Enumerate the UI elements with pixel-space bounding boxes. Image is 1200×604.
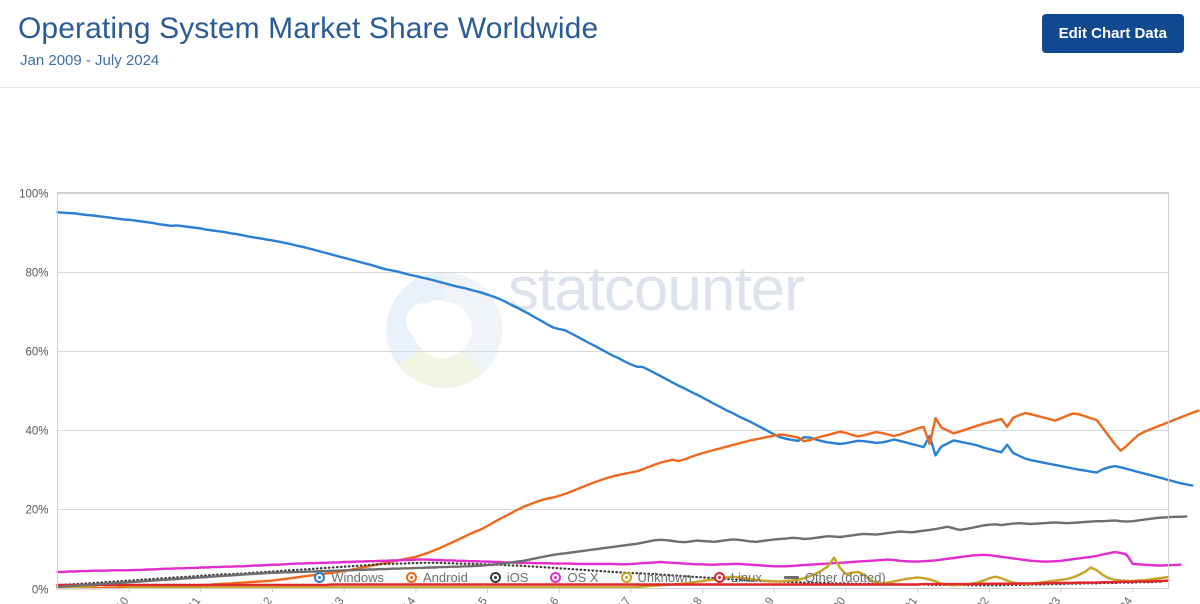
legend-label: Other (dotted) xyxy=(804,569,886,585)
y-tick-label: 20% xyxy=(25,505,48,517)
y-tick-label: 60% xyxy=(25,347,48,359)
edit-chart-data-button[interactable]: Edit Chart Data xyxy=(1041,14,1184,53)
x-tick-label: Jan 2010 xyxy=(95,595,132,604)
gridlines xyxy=(57,193,1169,510)
x-tick-label: Jan 2020 xyxy=(811,595,848,604)
x-tick-label: Jan 2022 xyxy=(955,595,992,604)
x-tick-label: Jan 2012 xyxy=(238,595,275,604)
legend-item-windows[interactable]: Windows xyxy=(314,570,384,585)
plot-frame xyxy=(57,192,1169,589)
legend-item-android[interactable]: Android xyxy=(405,569,468,585)
chart-page: Operating System Market Share Worldwide … xyxy=(0,0,1200,604)
chart-date-range: Jan 2009 - July 2024 xyxy=(20,52,160,69)
x-tick-label: Jan 2016 xyxy=(525,595,562,604)
x-tick-label: Jan 2023 xyxy=(1026,595,1063,604)
legend-item-other-dotted[interactable]: Other (dotted) xyxy=(783,569,886,585)
legend-circle-icon xyxy=(405,571,417,583)
statcounter-watermark: statcounter xyxy=(386,255,805,388)
legend-label: Linux xyxy=(730,569,762,585)
legend-label: iOS xyxy=(506,569,529,585)
legend-item-ios[interactable]: iOS xyxy=(489,569,529,585)
legend-dash-icon xyxy=(783,575,799,579)
page-title: Operating System Market Share Worldwide xyxy=(18,12,599,45)
y-tick-label: 80% xyxy=(25,268,48,280)
x-tick-label: Jan 2021 xyxy=(883,595,920,604)
x-tick-label: Jan 2017 xyxy=(596,595,633,604)
legend-item-linux[interactable]: Linux xyxy=(713,569,762,585)
x-tick-label: Jan 2011 xyxy=(167,595,203,604)
legend-item-unknown[interactable]: Unknown xyxy=(620,569,692,585)
x-tick-label: Jan 2015 xyxy=(453,595,490,604)
legend-label: Unknown xyxy=(637,569,692,585)
legend-label: Windows xyxy=(331,569,384,585)
chart-header: Operating System Market Share Worldwide … xyxy=(0,0,1200,88)
y-tick-label: 100% xyxy=(19,189,48,201)
y-axis: 0%20%40%60%80%100% xyxy=(19,189,48,597)
watermark-text: statcounter xyxy=(508,255,804,324)
legend-circle-icon xyxy=(489,571,501,583)
legend-circle-icon xyxy=(550,571,562,583)
chart-legend: Windows Android iOS OS X Unknown Linux Other (… xyxy=(0,562,1200,592)
x-tick-label: Jan 2018 xyxy=(668,595,705,604)
y-tick-label: 40% xyxy=(25,426,48,438)
chart-plot-region: statcounter 0%20%40%60%80%100% Jan 2010J… xyxy=(0,88,1200,604)
x-tick-label: Jan 2024 xyxy=(1098,595,1135,604)
legend-label: OS X xyxy=(567,569,599,585)
x-tick-label: Jan 2013 xyxy=(310,595,347,604)
legend-circle-icon xyxy=(620,571,632,583)
x-tick-label: Jan 2014 xyxy=(381,595,418,604)
legend-label: Android xyxy=(422,569,468,585)
series-line-windows xyxy=(56,211,1194,487)
legend-item-os-x[interactable]: OS X xyxy=(550,569,599,585)
x-tick-label: Jan 2019 xyxy=(740,595,777,604)
line-chart: statcounter 0%20%40%60%80%100% Jan 2010J… xyxy=(19,189,1200,604)
legend-circle-icon xyxy=(713,571,725,583)
legend-circle-icon xyxy=(314,571,326,583)
